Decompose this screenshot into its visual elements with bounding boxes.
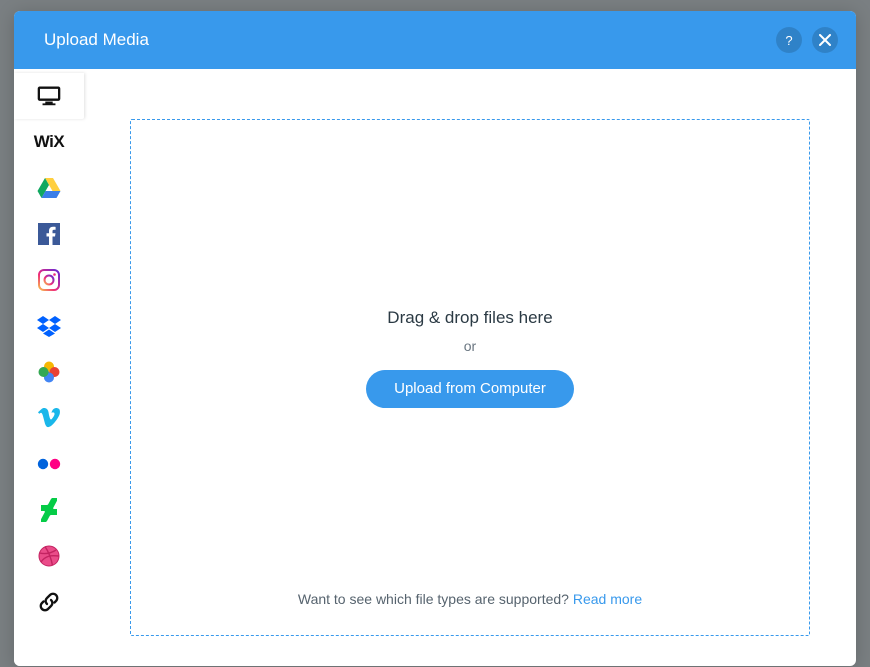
close-icon <box>819 34 831 46</box>
modal-body: WiX <box>14 69 856 666</box>
flickr-icon <box>37 452 61 476</box>
upload-panel: Drag & drop files here or Upload from Co… <box>84 69 856 666</box>
sidebar-item-flickr[interactable] <box>14 441 84 487</box>
sidebar-item-computer[interactable] <box>14 73 84 119</box>
close-button[interactable] <box>812 27 838 53</box>
help-button[interactable]: ? <box>776 27 802 53</box>
dropzone[interactable]: Drag & drop files here or Upload from Co… <box>130 119 810 636</box>
or-text: or <box>464 338 476 354</box>
sidebar-item-instagram[interactable] <box>14 257 84 303</box>
sidebar-item-facebook[interactable] <box>14 211 84 257</box>
computer-icon <box>37 84 61 108</box>
upload-from-computer-button[interactable]: Upload from Computer <box>366 370 574 408</box>
sidebar-item-deviantart[interactable] <box>14 487 84 533</box>
read-more-link[interactable]: Read more <box>573 591 642 607</box>
deviantart-icon <box>37 498 61 522</box>
source-sidebar: WiX <box>14 69 84 666</box>
drag-drop-text: Drag & drop files here <box>387 308 552 328</box>
instagram-icon <box>37 268 61 292</box>
sidebar-item-google-photos[interactable] <box>14 349 84 395</box>
sidebar-item-dropbox[interactable] <box>14 303 84 349</box>
sidebar-item-url[interactable] <box>14 579 84 625</box>
supported-types-footer: Want to see which file types are support… <box>131 591 809 607</box>
google-photos-icon <box>37 360 61 384</box>
vimeo-icon <box>37 406 61 430</box>
help-icon: ? <box>785 33 792 48</box>
sidebar-item-dribbble[interactable] <box>14 533 84 579</box>
dropzone-center: Drag & drop files here or Upload from Co… <box>366 308 574 408</box>
facebook-icon <box>37 222 61 246</box>
modal-header: Upload Media ? <box>14 11 856 69</box>
upload-media-modal: Upload Media ? WiX <box>14 11 856 666</box>
link-icon <box>37 590 61 614</box>
modal-title: Upload Media <box>44 30 149 50</box>
sidebar-item-google-drive[interactable] <box>14 165 84 211</box>
google-drive-icon <box>37 176 61 200</box>
sidebar-item-vimeo[interactable] <box>14 395 84 441</box>
supported-types-text: Want to see which file types are support… <box>298 591 573 607</box>
sidebar-item-wix[interactable]: WiX <box>14 119 84 165</box>
dribbble-icon <box>37 544 61 568</box>
wix-icon: WiX <box>37 130 61 154</box>
dropbox-icon <box>37 314 61 338</box>
